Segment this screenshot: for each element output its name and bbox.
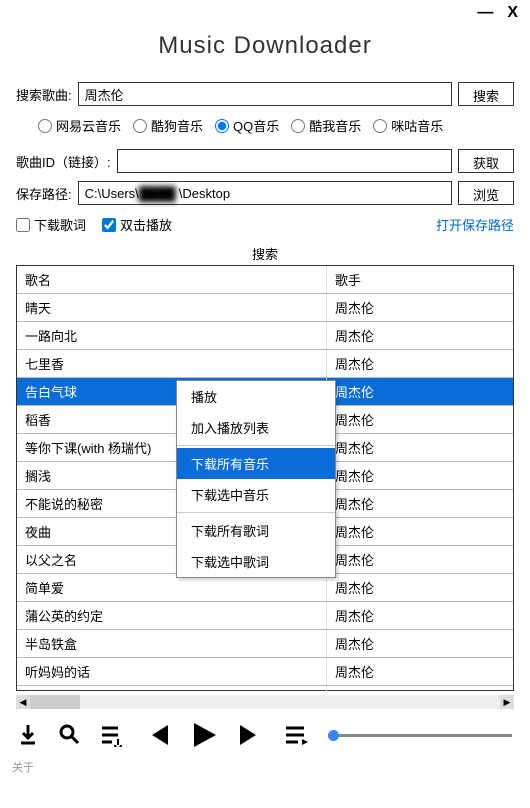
cell-artist: 周杰伦 xyxy=(327,322,513,349)
source-radio-2[interactable]: QQ音乐 xyxy=(215,116,279,135)
cell-name: 青花瓷 xyxy=(17,686,327,692)
progress-bar[interactable] xyxy=(328,734,512,737)
table-row[interactable]: 七里香周杰伦 xyxy=(17,350,513,378)
cell-artist: 周杰伦 xyxy=(327,602,513,629)
save-path-label: 保存路径: xyxy=(16,184,72,203)
cell-artist: 周杰伦 xyxy=(327,686,513,692)
player-toolbar xyxy=(0,709,530,755)
scroll-right-arrow[interactable]: ▶ xyxy=(500,695,514,709)
footer-about[interactable]: 关于 xyxy=(0,755,530,779)
path-blurred: ████ xyxy=(139,186,179,201)
cell-artist: 周杰伦 xyxy=(327,658,513,685)
column-name[interactable]: 歌名 xyxy=(17,266,327,293)
cell-artist: 周杰伦 xyxy=(327,434,513,461)
cell-name: 简单爱 xyxy=(17,574,327,601)
song-id-label: 歌曲ID（链接）: xyxy=(16,152,111,171)
save-path-input[interactable]: C:\Users\████\Desktop xyxy=(78,181,452,205)
close-button[interactable]: X xyxy=(507,4,518,22)
scroll-left-arrow[interactable]: ◀ xyxy=(16,695,30,709)
horizontal-scrollbar[interactable]: ◀ ▶ xyxy=(16,695,514,709)
menu-item-2[interactable]: 下载所有音乐 xyxy=(177,448,335,479)
path-prefix: C:\Users\ xyxy=(85,186,139,201)
cell-name: 半岛铁盒 xyxy=(17,630,327,657)
source-label: 网易云音乐 xyxy=(56,116,121,135)
tab-search[interactable]: 搜索 xyxy=(0,240,530,265)
queue-icon[interactable] xyxy=(284,723,308,747)
cell-name: 蒲公英的约定 xyxy=(17,602,327,629)
menu-item-4[interactable]: 下载所有歌词 xyxy=(177,515,335,546)
open-save-path-link[interactable]: 打开保存路径 xyxy=(436,215,514,234)
cell-artist: 周杰伦 xyxy=(327,294,513,321)
download-icon[interactable] xyxy=(18,723,38,747)
table-row[interactable]: 听妈妈的话周杰伦 xyxy=(17,658,513,686)
search-input[interactable] xyxy=(78,82,452,106)
cell-artist: 周杰伦 xyxy=(327,630,513,657)
path-suffix: \Desktop xyxy=(179,186,230,201)
cell-name: 晴天 xyxy=(17,294,327,321)
cell-artist: 周杰伦 xyxy=(327,350,513,377)
cell-artist: 周杰伦 xyxy=(327,462,513,489)
cell-artist: 周杰伦 xyxy=(327,378,513,405)
search-icon[interactable] xyxy=(58,723,80,747)
next-icon[interactable] xyxy=(238,722,264,748)
menu-item-0[interactable]: 播放 xyxy=(177,381,335,412)
cell-artist: 周杰伦 xyxy=(327,518,513,545)
column-artist[interactable]: 歌手 xyxy=(327,266,513,293)
source-label: 咪咕音乐 xyxy=(391,116,443,135)
source-label: QQ音乐 xyxy=(233,116,279,135)
app-title: Music Downloader xyxy=(0,26,530,78)
browse-button[interactable]: 浏览 xyxy=(458,181,514,205)
table-row[interactable]: 半岛铁盒周杰伦 xyxy=(17,630,513,658)
table-row[interactable]: 简单爱周杰伦 xyxy=(17,574,513,602)
download-lyrics-checkbox[interactable]: 下载歌词 xyxy=(16,215,86,234)
menu-item-1[interactable]: 加入播放列表 xyxy=(177,412,335,443)
source-radio-3[interactable]: 酷我音乐 xyxy=(291,116,361,135)
cell-name: 七里香 xyxy=(17,350,327,377)
source-radios: 网易云音乐 酷狗音乐 QQ音乐 酷我音乐 咪咕音乐 xyxy=(0,110,530,145)
cell-artist: 周杰伦 xyxy=(327,406,513,433)
cell-name: 一路向北 xyxy=(17,322,327,349)
prev-icon[interactable] xyxy=(144,722,170,748)
table-row[interactable]: 一路向北周杰伦 xyxy=(17,322,513,350)
menu-item-5[interactable]: 下载选中歌词 xyxy=(177,546,335,577)
cell-artist: 周杰伦 xyxy=(327,546,513,573)
download-lyrics-label: 下载歌词 xyxy=(34,215,86,234)
progress-thumb[interactable] xyxy=(328,730,339,741)
source-label: 酷狗音乐 xyxy=(151,116,203,135)
fetch-button[interactable]: 获取 xyxy=(458,149,514,173)
menu-item-3[interactable]: 下载选中音乐 xyxy=(177,479,335,510)
dblclick-play-label: 双击播放 xyxy=(120,215,172,234)
song-id-input[interactable] xyxy=(117,149,452,173)
play-icon[interactable] xyxy=(190,721,218,749)
playlist-icon[interactable] xyxy=(100,723,124,747)
context-menu: 播放加入播放列表下载所有音乐下载选中音乐下载所有歌词下载选中歌词 xyxy=(176,380,336,578)
search-button[interactable]: 搜索 xyxy=(458,82,514,106)
table-row[interactable]: 青花瓷周杰伦 xyxy=(17,686,513,692)
cell-name: 听妈妈的话 xyxy=(17,658,327,685)
search-label: 搜索歌曲: xyxy=(16,85,72,104)
cell-artist: 周杰伦 xyxy=(327,490,513,517)
source-radio-0[interactable]: 网易云音乐 xyxy=(38,116,121,135)
source-label: 酷我音乐 xyxy=(309,116,361,135)
dblclick-play-checkbox[interactable]: 双击播放 xyxy=(102,215,172,234)
minimize-button[interactable]: — xyxy=(477,4,493,22)
table-row[interactable]: 蒲公英的约定周杰伦 xyxy=(17,602,513,630)
table-row[interactable]: 晴天周杰伦 xyxy=(17,294,513,322)
source-radio-4[interactable]: 咪咕音乐 xyxy=(373,116,443,135)
scroll-thumb[interactable] xyxy=(30,695,80,709)
cell-artist: 周杰伦 xyxy=(327,574,513,601)
source-radio-1[interactable]: 酷狗音乐 xyxy=(133,116,203,135)
